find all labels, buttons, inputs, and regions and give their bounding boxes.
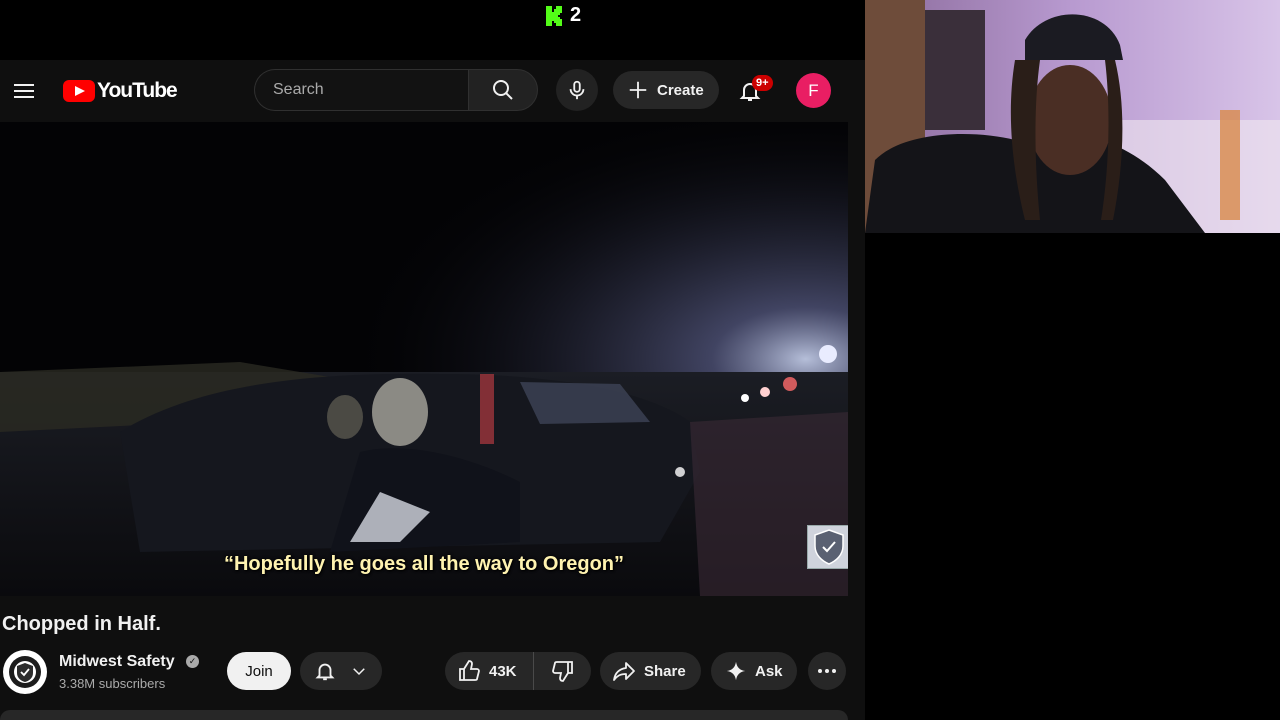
stream-overlay-bar: 2 [0,0,865,60]
mic-icon [569,80,585,100]
streamer-webcam [865,0,1280,233]
bell-icon [315,663,335,681]
share-button[interactable]: Share [600,652,701,690]
more-horizontal-icon [818,669,822,673]
sparkle-icon [726,661,746,681]
more-actions-button[interactable] [808,652,846,690]
youtube-logo-icon [63,80,95,102]
description-box[interactable] [0,710,848,720]
thumbs-down-icon [551,661,573,682]
video-owner-row: Midwest Safety ✓ 3.38M subscribers Join … [0,648,865,696]
video-title: Chopped in Half. [2,613,161,635]
shield-icon [814,529,844,565]
webcam-frame [865,0,1280,233]
ask-button[interactable]: Ask [711,652,797,690]
share-icon [613,662,635,681]
share-label: Share [644,662,686,680]
channel-watermark[interactable] [807,525,848,569]
plus-icon [629,81,647,99]
kick-logo-icon [546,5,562,26]
empty-panel [865,233,1280,720]
thumbs-up-icon [459,660,480,681]
video-player[interactable]: “Hopefully he goes all the way to Oregon… [0,122,848,596]
search-input[interactable] [254,69,468,111]
ask-label: Ask [755,662,783,680]
account-avatar[interactable]: F [796,73,831,108]
verified-icon: ✓ [186,655,199,668]
youtube-logo[interactable]: YouTube [63,79,178,103]
join-button[interactable]: Join [227,652,291,690]
channel-avatar[interactable] [3,650,47,694]
dislike-button[interactable] [534,652,591,690]
channel-name[interactable]: Midwest Safety [59,653,175,671]
create-label: Create [657,81,704,99]
chevron-down-icon [353,668,365,676]
notifications-badge: 9+ [752,75,773,91]
notifications-button[interactable]: 9+ [730,71,773,111]
viewer-count: 2 [570,4,582,26]
search-icon [493,80,513,100]
masthead: YouTube Create 9+ F [0,60,865,122]
youtube-logo-text: YouTube [97,79,178,102]
voice-search-button[interactable] [556,69,598,111]
like-dislike-group: 43K [445,652,591,690]
channel-logo-icon [9,656,41,688]
like-count: 43K [489,662,517,680]
video-caption: “Hopefully he goes all the way to Oregon… [223,553,625,575]
like-button[interactable]: 43K [445,652,534,690]
video-frame [0,122,848,596]
subscriber-count: 3.38M subscribers [59,676,166,691]
kick-viewer-badge: 2 [546,4,581,27]
youtube-page: YouTube Create 9+ F [0,60,865,720]
subscription-notifications-button[interactable] [300,652,382,690]
create-button[interactable]: Create [613,71,719,109]
menu-icon[interactable] [10,76,40,106]
search-bar [254,69,538,111]
search-button[interactable] [468,69,538,111]
